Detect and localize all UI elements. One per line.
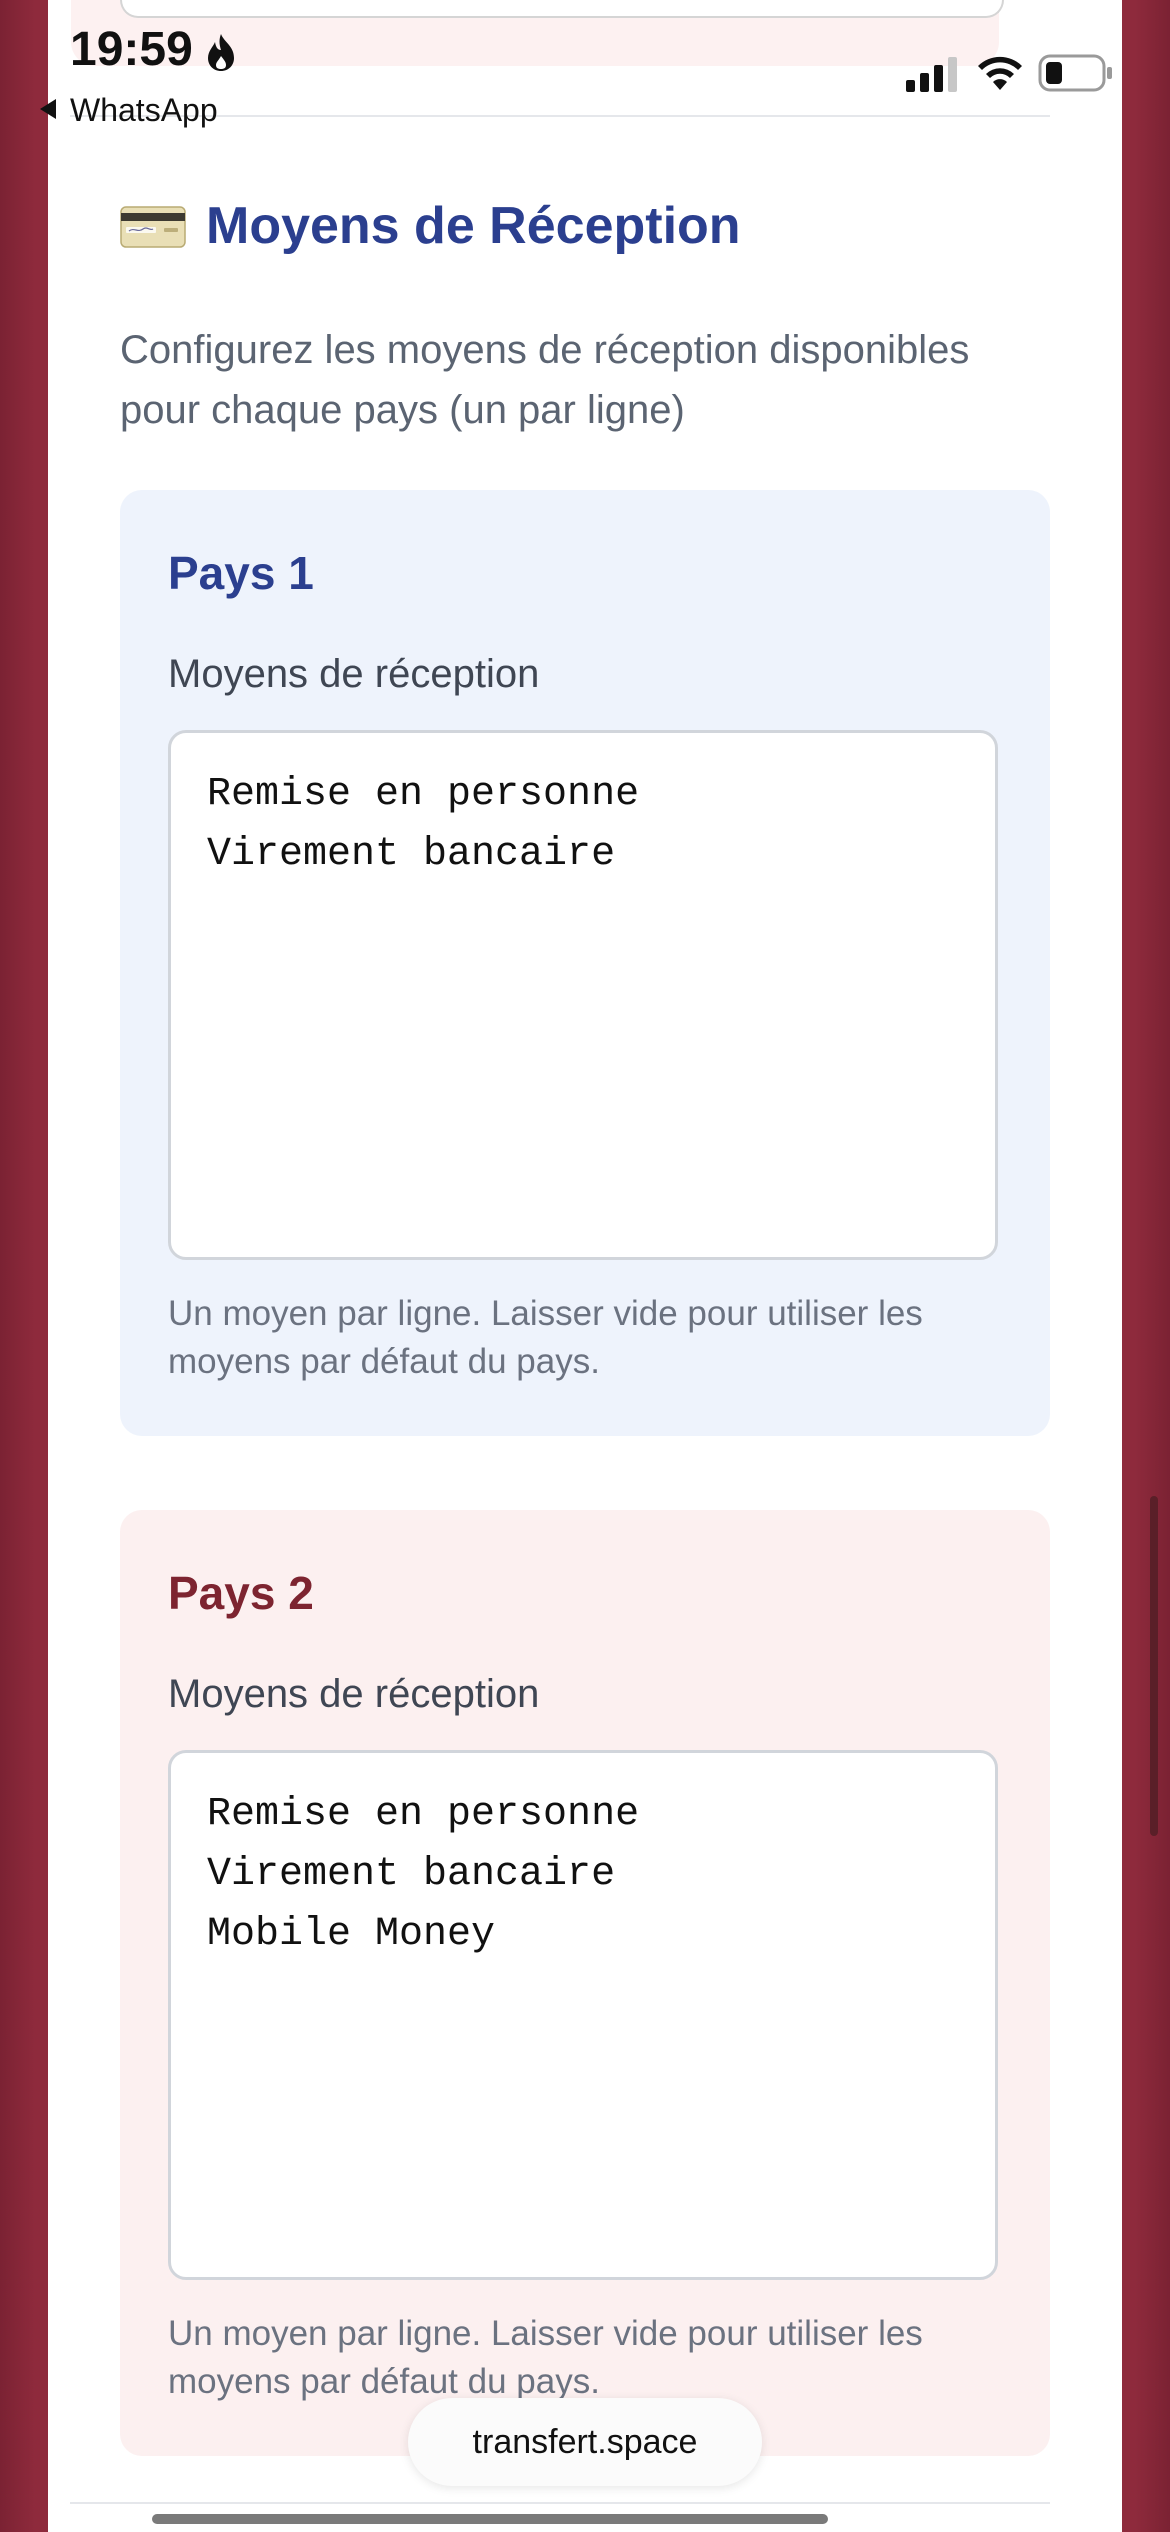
back-to-app[interactable]: WhatsApp [40,92,218,129]
country-title: Pays 2 [168,1567,314,1619]
url-text: transfert.space [472,2422,698,2461]
field-label: Moyens de réception [168,652,540,696]
country-card-2: Pays 2 Moyens de réception Remise en per… [120,1510,1050,2456]
reception-methods-textarea-2[interactable]: Remise en personne Virement bancaire Mob… [168,1750,998,2280]
back-arrow-icon [40,99,56,119]
section-header: Moyens de Réception [120,196,741,256]
home-indicator[interactable] [152,2514,828,2524]
url-bar[interactable]: transfert.space [408,2398,762,2486]
flame-icon [208,34,234,71]
wifi-icon [978,56,1022,90]
field-label: Moyens de réception [168,1672,540,1716]
back-app-label: WhatsApp [70,92,218,128]
previous-textarea-bottom [120,0,1004,18]
reception-methods-textarea-1[interactable]: Remise en personne Virement bancaire [168,730,998,1260]
status-time: 19:59 [70,23,193,76]
section-title: Moyens de Réception [206,197,741,255]
help-text: Un moyen par ligne. Laisser vide pour ut… [168,2314,923,2401]
country-title: Pays 1 [168,547,314,599]
credit-card-icon [120,206,186,248]
country-card-1: Pays 1 Moyens de réception Remise en per… [120,490,1050,1436]
help-text: Un moyen par ligne. Laisser vide pour ut… [168,1294,923,1381]
bottom-divider [70,2502,1050,2504]
battery-icon [1038,54,1112,92]
scrollbar[interactable] [1150,1496,1158,1836]
section-description: Configurez les moyens de réception dispo… [120,328,970,432]
signal-icon [906,57,957,92]
